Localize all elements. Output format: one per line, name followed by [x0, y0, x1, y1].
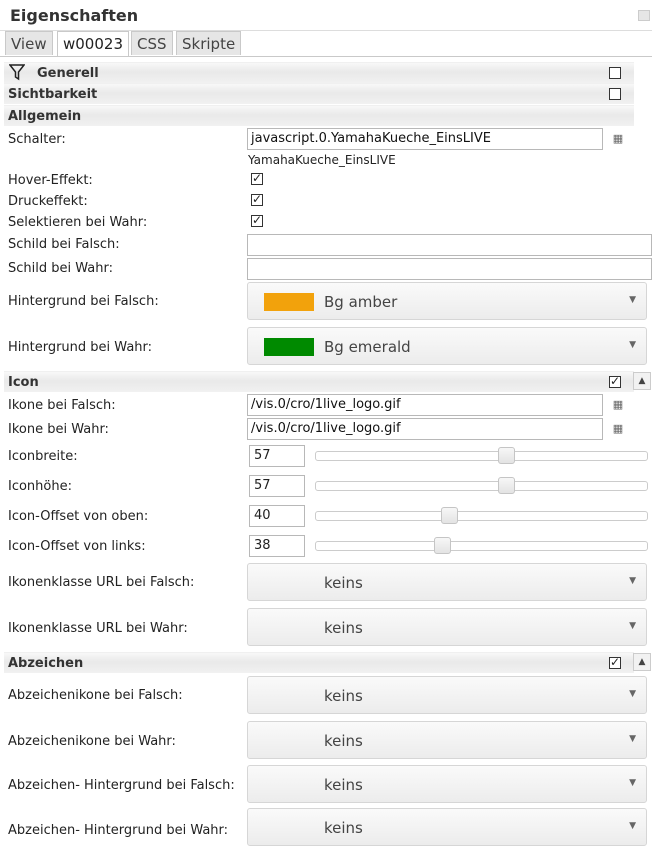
group-icon-label: Icon — [8, 375, 39, 390]
triangle-up-icon[interactable]: ▲ — [633, 372, 651, 390]
abzeichenikone-wahr-select[interactable]: keins ▼ — [247, 721, 647, 759]
iconhoehe-input[interactable]: 57 — [249, 475, 305, 497]
selektieren-checkbox[interactable] — [251, 213, 263, 227]
tab-css[interactable]: CSS — [131, 31, 173, 55]
hover-effekt-label: Hover-Effekt: — [8, 173, 93, 188]
ikone-falsch-label: Ikone bei Falsch: — [8, 398, 116, 413]
schalter-label: Schalter: — [8, 132, 66, 147]
abzeichen-hintergrund-wahr-label: Abzeichen- Hintergrund bei Wahr: — [8, 823, 229, 838]
dots-picker-icon[interactable]: ▦ — [609, 419, 627, 439]
group-sichtbarkeit-checkbox[interactable] — [609, 88, 621, 100]
offset-oben-slider[interactable] — [315, 507, 648, 524]
select-value: keins — [324, 732, 363, 750]
iconhoehe-slider[interactable] — [315, 477, 648, 494]
color-swatch — [264, 293, 314, 311]
slider-handle[interactable] — [498, 477, 515, 494]
panel-titlebar: Eigenschaften — [0, 0, 652, 31]
group-sichtbarkeit-label: Sichtbarkeit — [8, 87, 98, 102]
dots-picker-icon[interactable]: ▦ — [609, 395, 627, 415]
schild-falsch-input[interactable] — [247, 234, 652, 256]
panel-resize-handle[interactable] — [638, 10, 650, 21]
slider-handle[interactable] — [441, 507, 458, 524]
ikonenklasse-falsch-label: Ikonenklasse URL bei Falsch: — [8, 575, 195, 590]
tab-widget[interactable]: w00023 — [57, 31, 129, 57]
triangle-down-icon: ▼ — [629, 576, 636, 586]
select-value: keins — [324, 687, 363, 705]
select-value: Bg emerald — [324, 338, 411, 356]
schalter-hint: YamahaKueche_EinsLIVE — [248, 153, 396, 167]
abzeichenikone-falsch-select[interactable]: keins ▼ — [247, 676, 647, 714]
hintergrund-falsch-label: Hintergrund bei Falsch: — [8, 294, 159, 309]
group-abzeichen[interactable]: Abzeichen — [4, 652, 634, 673]
select-value: keins — [324, 776, 363, 794]
tab-skripte[interactable]: Skripte — [176, 31, 242, 55]
filter-icon — [9, 64, 25, 81]
triangle-up-icon[interactable]: ▲ — [633, 653, 651, 671]
group-allgemein-label: Allgemein — [8, 109, 82, 124]
group-abzeichen-label: Abzeichen — [8, 656, 84, 671]
schild-falsch-label: Schild bei Falsch: — [8, 237, 120, 252]
offset-links-slider[interactable] — [315, 537, 648, 554]
tab-divider — [0, 56, 652, 57]
select-value: keins — [324, 819, 363, 837]
dots-picker-icon[interactable]: ▦ — [609, 129, 627, 149]
abzeichenikone-wahr-label: Abzeichenikone bei Wahr: — [8, 734, 176, 749]
group-icon[interactable]: Icon — [4, 371, 634, 392]
group-icon-checkbox[interactable] — [609, 374, 621, 388]
druckeffekt-label: Druckeffekt: — [8, 194, 88, 209]
group-generell[interactable]: Generell — [4, 62, 634, 83]
ikonenklasse-falsch-select[interactable]: keins ▼ — [247, 563, 647, 601]
panel-title: Eigenschaften — [10, 6, 139, 25]
ikone-wahr-label: Ikone bei Wahr: — [8, 422, 109, 437]
abzeichen-hintergrund-falsch-label: Abzeichen- Hintergrund bei Falsch: — [8, 778, 235, 793]
offset-links-input[interactable]: 38 — [249, 535, 305, 557]
slider-handle[interactable] — [498, 447, 515, 464]
iconbreite-label: Iconbreite: — [8, 449, 78, 464]
druckeffekt-checkbox[interactable] — [251, 192, 263, 206]
abzeichen-hintergrund-falsch-select[interactable]: keins ▼ — [247, 765, 647, 803]
ikonenklasse-wahr-label: Ikonenklasse URL bei Wahr: — [8, 621, 188, 636]
hover-effekt-checkbox[interactable] — [251, 171, 263, 185]
iconbreite-slider[interactable] — [315, 447, 648, 464]
group-abzeichen-checkbox[interactable] — [609, 655, 621, 669]
abzeichenikone-falsch-label: Abzeichenikone bei Falsch: — [8, 688, 183, 703]
select-value: keins — [324, 574, 363, 592]
select-value: keins — [324, 619, 363, 637]
hintergrund-falsch-select[interactable]: Bg amber ▼ — [247, 282, 647, 320]
triangle-down-icon: ▼ — [629, 689, 636, 699]
group-generell-label: Generell — [37, 66, 99, 81]
triangle-down-icon: ▼ — [629, 821, 636, 831]
offset-oben-input[interactable]: 40 — [249, 505, 305, 527]
color-swatch — [264, 338, 314, 356]
triangle-down-icon: ▼ — [629, 340, 636, 350]
abzeichen-hintergrund-wahr-select[interactable]: keins ▼ — [247, 808, 647, 846]
offset-links-label: Icon-Offset von links: — [8, 539, 146, 554]
iconbreite-input[interactable]: 57 — [249, 445, 305, 467]
hintergrund-wahr-select[interactable]: Bg emerald ▼ — [247, 327, 647, 365]
group-allgemein[interactable]: Allgemein — [4, 105, 634, 126]
ikone-falsch-input[interactable]: /vis.0/cro/1live_logo.gif — [247, 394, 603, 416]
ikone-wahr-input[interactable]: /vis.0/cro/1live_logo.gif — [247, 418, 603, 440]
slider-handle[interactable] — [434, 537, 451, 554]
hintergrund-wahr-label: Hintergrund bei Wahr: — [8, 340, 153, 355]
selektieren-label: Selektieren bei Wahr: — [8, 215, 148, 230]
offset-oben-label: Icon-Offset von oben: — [8, 509, 149, 524]
ikonenklasse-wahr-select[interactable]: keins ▼ — [247, 608, 647, 646]
group-sichtbarkeit[interactable]: Sichtbarkeit — [4, 83, 634, 104]
group-generell-checkbox[interactable] — [609, 67, 621, 79]
triangle-down-icon: ▼ — [629, 621, 636, 631]
schild-wahr-input[interactable] — [247, 258, 652, 280]
schalter-input[interactable]: javascript.0.YamahaKueche_EinsLIVE — [247, 128, 603, 150]
triangle-down-icon: ▼ — [629, 778, 636, 788]
tab-view[interactable]: View — [5, 31, 53, 55]
triangle-down-icon: ▼ — [629, 295, 636, 305]
iconhoehe-label: Iconhöhe: — [8, 479, 72, 494]
schild-wahr-label: Schild bei Wahr: — [8, 261, 113, 276]
select-value: Bg amber — [324, 293, 398, 311]
triangle-down-icon: ▼ — [629, 734, 636, 744]
